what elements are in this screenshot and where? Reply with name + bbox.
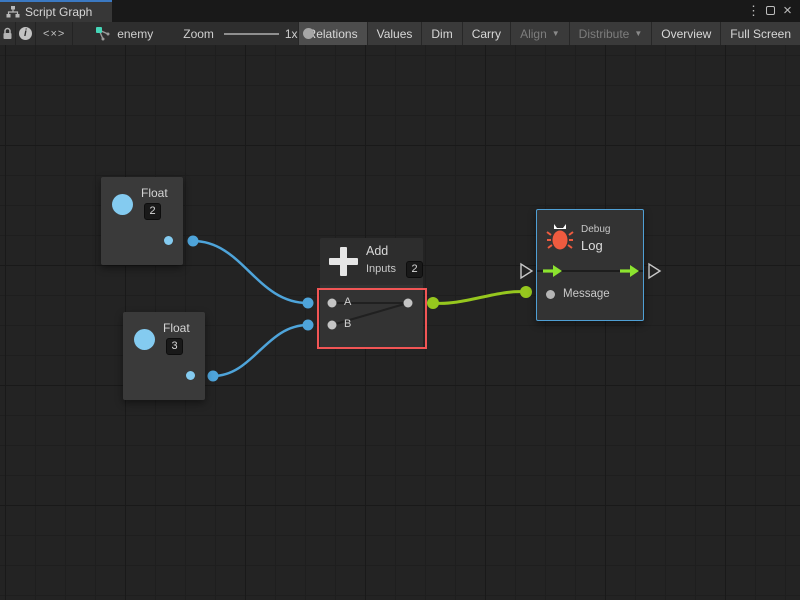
- toolbar-buttons: Relations Values Dim Carry Align▼ Distri…: [298, 22, 800, 45]
- script-graph-asset-icon: [95, 26, 111, 41]
- float-output-port[interactable]: [186, 371, 195, 380]
- float-type-icon: [112, 194, 133, 215]
- message-port-dot[interactable]: [546, 290, 555, 299]
- node-float-2[interactable]: Float 3: [123, 312, 205, 400]
- sum-output-dot[interactable]: [404, 299, 413, 308]
- info-button[interactable]: i: [16, 22, 37, 45]
- titlebar: Script Graph ⋮ ×: [0, 0, 800, 22]
- flow-out-arrow-icon[interactable]: [619, 264, 640, 278]
- chevron-down-icon: ▼: [552, 29, 560, 38]
- distribute-dropdown[interactable]: Distribute▼: [569, 22, 652, 45]
- chevron-down-icon: ▼: [634, 29, 642, 38]
- carry-button[interactable]: Carry: [462, 22, 510, 45]
- code-view-button[interactable]: <×>: [36, 22, 73, 45]
- node-float-1[interactable]: Float 2: [101, 177, 183, 265]
- lock-button[interactable]: [0, 22, 16, 45]
- node-category: Debug: [581, 224, 610, 235]
- graph-selector[interactable]: enemy: [95, 22, 153, 45]
- float-value-field[interactable]: 2: [144, 203, 161, 220]
- port-b-dot[interactable]: [328, 321, 337, 330]
- tab-label: Script Graph: [25, 5, 92, 19]
- toolbar: i <×> enemy Zoom 1x Relations Values Dim…: [0, 22, 800, 45]
- lock-icon: [2, 27, 13, 40]
- graph-name-label: enemy: [117, 27, 153, 41]
- add-plus-icon: [329, 247, 358, 276]
- flow-output-triangle-icon[interactable]: [649, 264, 660, 278]
- wire-add-to-debug[interactable]: [433, 292, 526, 304]
- close-icon[interactable]: ×: [779, 2, 796, 20]
- wire-endpoint[interactable]: [208, 371, 219, 382]
- overview-button[interactable]: Overview: [651, 22, 720, 45]
- code-icon: <×>: [43, 28, 65, 40]
- node-add-body[interactable]: A B: [320, 285, 423, 348]
- node-title: Float: [141, 186, 168, 200]
- values-button[interactable]: Values: [367, 22, 422, 45]
- wire-endpoint[interactable]: [520, 286, 532, 298]
- bug-icon: [546, 221, 574, 251]
- window-menu-icon[interactable]: ⋮: [745, 2, 762, 20]
- node-add-header[interactable]: Add Inputs 2: [320, 238, 423, 285]
- port-a-dot[interactable]: [328, 299, 337, 308]
- port-b-label: B: [344, 318, 351, 330]
- port-a-label: A: [344, 296, 351, 308]
- graph-canvas[interactable]: Float 2 Float 3 Add Inputs 2 A B: [0, 45, 800, 600]
- float-value-field[interactable]: 3: [166, 338, 183, 355]
- node-debug-log[interactable]: Debug Log Message: [536, 209, 644, 321]
- inputs-count-field[interactable]: 2: [406, 261, 423, 278]
- message-port-label: Message: [563, 288, 610, 300]
- wire-endpoint[interactable]: [303, 298, 314, 309]
- flow-in-arrow-icon[interactable]: [542, 264, 563, 278]
- align-dropdown[interactable]: Align▼: [510, 22, 569, 45]
- zoom-slider-handle[interactable]: [303, 28, 314, 39]
- wire-float2-to-add-b[interactable]: [213, 325, 308, 376]
- float-type-icon: [134, 329, 155, 350]
- info-icon: i: [19, 27, 32, 40]
- maximize-icon[interactable]: [762, 2, 779, 20]
- fullscreen-button[interactable]: Full Screen: [720, 22, 800, 45]
- zoom-label: Zoom: [183, 22, 214, 45]
- dim-button[interactable]: Dim: [421, 22, 461, 45]
- graph-tab-icon: [6, 6, 20, 18]
- node-title: Float: [163, 321, 190, 335]
- zoom-slider[interactable]: [224, 22, 279, 45]
- relations-lines: [320, 285, 423, 348]
- zoom-slider-track[interactable]: [224, 33, 279, 35]
- tab-script-graph[interactable]: Script Graph: [0, 0, 112, 22]
- zoom-value: 1x: [285, 22, 298, 45]
- inputs-label: Inputs: [366, 263, 396, 275]
- node-title: Add: [366, 244, 388, 258]
- flow-input-triangle-icon[interactable]: [521, 264, 532, 278]
- float-output-port[interactable]: [164, 236, 173, 245]
- wire-endpoint[interactable]: [303, 320, 314, 331]
- wire-float1-to-add-a[interactable]: [193, 241, 308, 303]
- wire-endpoint[interactable]: [427, 297, 439, 309]
- node-title: Log: [581, 238, 603, 253]
- wire-endpoint[interactable]: [188, 236, 199, 247]
